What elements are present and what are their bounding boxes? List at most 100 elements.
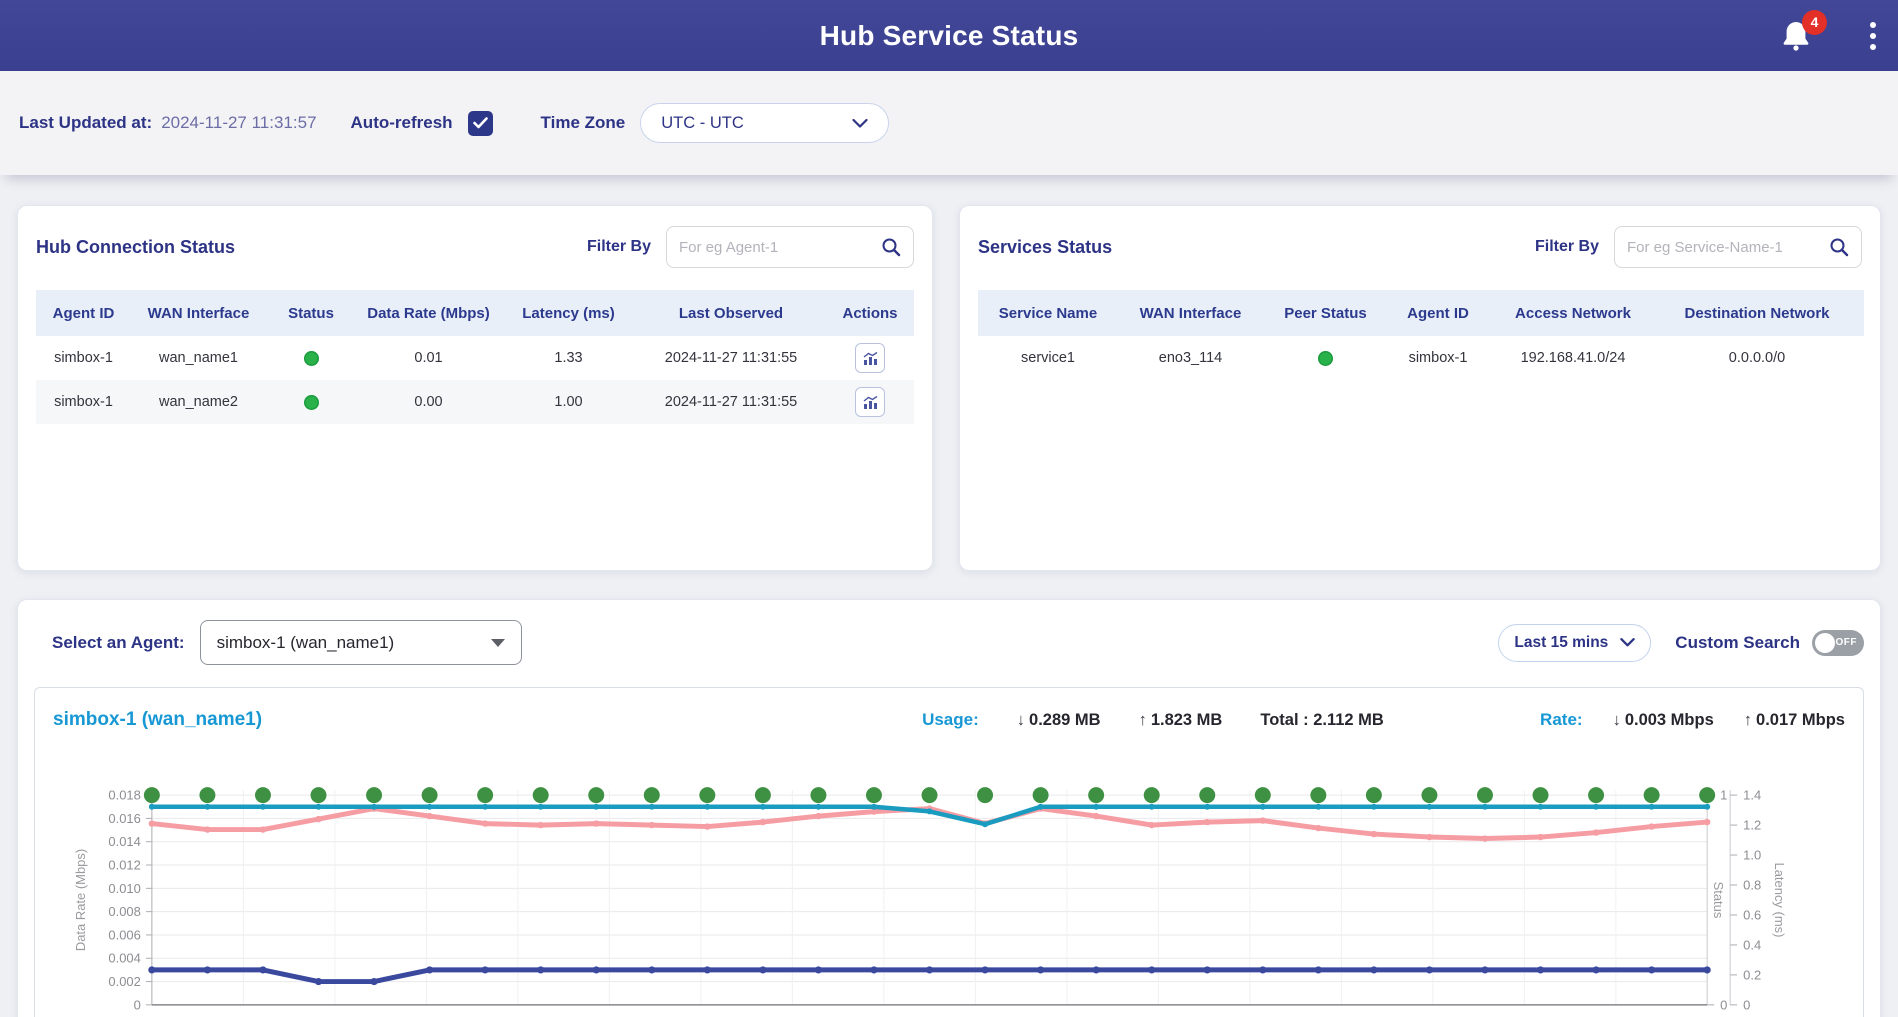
svg-text:0.018: 0.018: [108, 788, 140, 803]
access_network: 192.168.41.0/24: [1488, 336, 1658, 380]
caret-down-icon: [491, 639, 505, 647]
kebab-menu-icon[interactable]: [1866, 18, 1880, 54]
chevron-down-icon: [852, 119, 868, 128]
custom-search-toggle[interactable]: OFF: [1812, 630, 1864, 656]
timezone-select[interactable]: UTC - UTC: [640, 103, 889, 143]
custom-search-label: Custom Search: [1675, 633, 1800, 653]
svg-text:0: 0: [1743, 997, 1750, 1012]
time-range-select[interactable]: Last 15 mins: [1498, 624, 1651, 662]
svg-text:0.2: 0.2: [1743, 967, 1761, 982]
toggle-knob: [1815, 633, 1835, 653]
usage-metrics: Usage: ↓0.289 MB ↑1.823 MB Total : 2.112…: [922, 710, 1384, 730]
usage-upload: ↑1.823 MB: [1139, 711, 1223, 730]
down-arrow-icon: ↓: [1613, 711, 1621, 729]
auto-refresh-checkbox[interactable]: [468, 111, 493, 136]
mini-chart-icon: [862, 350, 879, 367]
wan_interface: wan_name1: [131, 336, 266, 380]
column-header: Last Observed: [636, 290, 826, 336]
svg-text:0.012: 0.012: [108, 858, 140, 873]
last_observed: 2024-11-27 11:31:55: [636, 380, 826, 424]
svg-text:Data Rate (Mbps): Data Rate (Mbps): [73, 849, 88, 951]
last-updated-value: 2024-11-27 11:31:57: [161, 113, 316, 133]
column-header: Latency (ms): [501, 290, 636, 336]
filter-by-label: Filter By: [1535, 238, 1599, 256]
status: [266, 380, 356, 424]
agent-chart-card: Select an Agent: simbox-1 (wan_name1) La…: [17, 599, 1881, 1017]
svg-text:0: 0: [1720, 997, 1727, 1012]
view-chart-button[interactable]: [855, 343, 885, 373]
status-dot-up: [304, 351, 319, 366]
view-chart-button[interactable]: [855, 387, 885, 417]
last_observed: 2024-11-27 11:31:55: [636, 336, 826, 380]
agent-select-dropdown[interactable]: simbox-1 (wan_name1): [200, 620, 522, 665]
column-header: Actions: [826, 290, 914, 336]
search-icon[interactable]: [881, 237, 901, 257]
search-icon[interactable]: [1829, 237, 1849, 257]
hub-connection-status-card: Hub Connection Status Filter By Agent ID…: [17, 205, 933, 571]
latency: 1.33: [501, 336, 636, 380]
filler-cell: [1856, 336, 1864, 380]
data_rate: 0.01: [356, 336, 501, 380]
rate-label: Rate:: [1540, 710, 1583, 730]
chart-agent-title: simbox-1 (wan_name1): [53, 709, 262, 731]
service_name: service1: [978, 336, 1118, 380]
column-header: Destination Network: [1658, 290, 1856, 336]
column-header: Data Rate (Mbps): [356, 290, 501, 336]
data-rate-axis: 00.0020.0040.0060.0080.0100.0120.0140.01…: [73, 788, 152, 1013]
usage-download: ↓0.289 MB: [1017, 711, 1101, 730]
svg-text:0.002: 0.002: [108, 974, 140, 989]
hub-connection-table: Agent IDWAN InterfaceStatusData Rate (Mb…: [36, 290, 914, 424]
page-title: Hub Service Status: [0, 20, 1898, 52]
latency: 1.00: [501, 380, 636, 424]
services-filter-input[interactable]: [1627, 239, 1829, 256]
time-range-value: Last 15 mins: [1514, 634, 1608, 652]
svg-text:Status: Status: [1711, 882, 1726, 919]
check-icon: [473, 117, 488, 129]
svg-text:1.4: 1.4: [1743, 788, 1761, 803]
mini-chart-icon: [862, 394, 879, 411]
services-filter-searchbox: [1614, 226, 1862, 268]
notifications-button[interactable]: 4: [1780, 19, 1814, 53]
auto-refresh-label: Auto-refresh: [351, 113, 453, 133]
toggle-state-label: OFF: [1836, 637, 1858, 648]
svg-text:0.008: 0.008: [108, 904, 140, 919]
column-header: Service Name: [978, 290, 1118, 336]
svg-text:0.004: 0.004: [108, 951, 140, 966]
table-header-row: Agent IDWAN InterfaceStatusData Rate (Mb…: [36, 290, 914, 336]
select-agent-label: Select an Agent:: [52, 633, 185, 653]
filter-by-label: Filter By: [587, 238, 651, 256]
series-status: [144, 787, 1715, 803]
last-updated-label: Last Updated at:: [19, 113, 152, 133]
column-header: WAN Interface: [131, 290, 266, 336]
svg-text:1.2: 1.2: [1743, 818, 1761, 833]
column-header: Agent ID: [36, 290, 131, 336]
svg-text:0.016: 0.016: [108, 811, 140, 826]
navbar: Hub Service Status 4: [0, 0, 1898, 71]
svg-text:0: 0: [134, 997, 141, 1012]
svg-text:0.014: 0.014: [108, 834, 140, 849]
table-row: simbox-1wan_name1 0.011.332024-11-27 11:3…: [36, 336, 914, 380]
column-header-filler: [1856, 290, 1864, 336]
series-download-rate-mbps: [148, 966, 1710, 985]
agent_id: simbox-1: [36, 336, 131, 380]
services-status-card: Services Status Filter By Service NameWA…: [959, 205, 1881, 571]
subheader-bar: Last Updated at: 2024-11-27 11:31:57 Aut…: [0, 71, 1898, 175]
peer_status: [1263, 336, 1388, 380]
wan_interface: wan_name2: [131, 380, 266, 424]
svg-text:0.6: 0.6: [1743, 907, 1761, 922]
destination_network: 0.0.0.0/0: [1658, 336, 1856, 380]
table-row: service1eno3_114simbox-1192.168.41.0/240…: [978, 336, 1864, 380]
svg-text:Latency (ms): Latency (ms): [1772, 863, 1787, 938]
timezone-value: UTC - UTC: [661, 114, 743, 133]
hub-filter-input[interactable]: [679, 239, 881, 256]
table-row: simbox-1wan_name20.001.002024-11-27 11:3…: [36, 380, 914, 424]
services-table: Service NameWAN InterfacePeer StatusAgen…: [978, 290, 1864, 380]
agent-chart-panel: simbox-1 (wan_name1) Usage: ↓0.289 MB ↑1…: [34, 687, 1864, 1017]
column-header: WAN Interface: [1118, 290, 1263, 336]
column-header: Peer Status: [1263, 290, 1388, 336]
table-header-row: Service NameWAN InterfacePeer StatusAgen…: [978, 290, 1864, 336]
status: [266, 336, 356, 380]
up-arrow-icon: ↑: [1139, 711, 1147, 729]
svg-text:0.4: 0.4: [1743, 937, 1761, 952]
latency-axis: 00.20.40.60.81.01.21.4Latency (ms): [1730, 788, 1787, 1013]
